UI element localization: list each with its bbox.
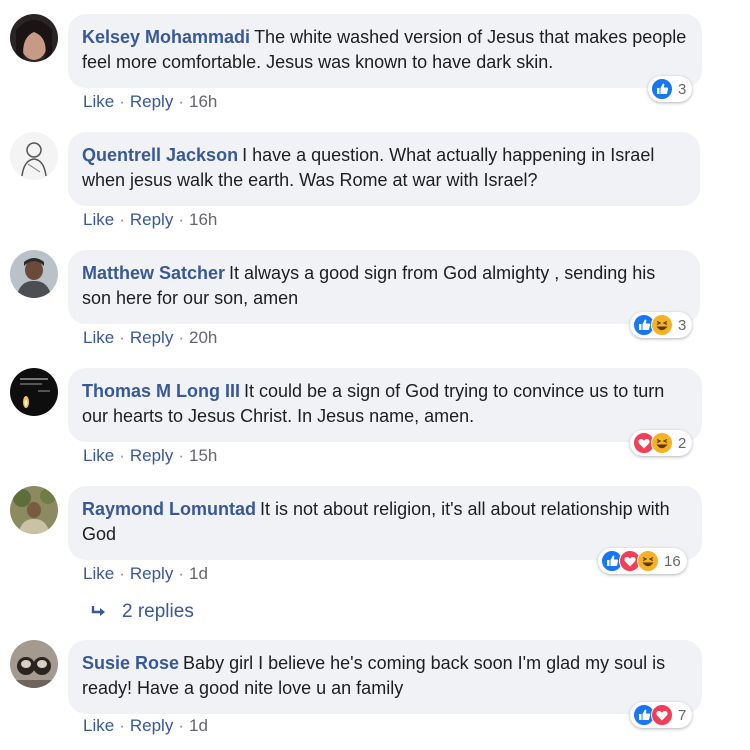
comment-timestamp[interactable]: 16h — [189, 210, 217, 229]
haha-icon — [651, 432, 673, 454]
reply-button[interactable]: Reply — [130, 210, 173, 229]
comment-bubble: Quentrell Jackson I have a question. What… — [68, 132, 700, 206]
reaction-count: 3 — [678, 80, 687, 98]
like-button[interactable]: Like — [83, 210, 114, 229]
reply-button[interactable]: Reply — [130, 716, 173, 735]
reaction-summary[interactable]: 7 — [630, 702, 693, 728]
like-button[interactable]: Like — [83, 92, 114, 111]
reaction-count: 7 — [678, 706, 687, 724]
comment-timestamp[interactable]: 1d — [189, 716, 208, 735]
reaction-summary[interactable]: 3 — [648, 76, 693, 102]
avatar[interactable] — [10, 368, 58, 416]
avatar[interactable] — [10, 640, 58, 688]
like-button[interactable]: Like — [83, 716, 114, 735]
like-button[interactable]: Like — [83, 564, 114, 583]
reply-button[interactable]: Reply — [130, 92, 173, 111]
avatar[interactable] — [10, 132, 58, 180]
comment-actions: Like · Reply · 16h — [83, 92, 218, 111]
reaction-summary[interactable]: 2 — [630, 430, 693, 456]
reply-arrow-icon — [91, 605, 105, 616]
comment-bubble: Thomas M Long III It could be a sign of G… — [68, 368, 702, 442]
reply-button[interactable]: Reply — [130, 446, 173, 465]
love-icon — [651, 704, 673, 726]
comment-timestamp[interactable]: 1d — [189, 564, 208, 583]
comment-bubble: Matthew Satcher It always a good sign fro… — [68, 250, 700, 324]
like-icon — [651, 78, 673, 100]
comment-timestamp[interactable]: 20h — [189, 328, 217, 347]
like-button[interactable]: Like — [83, 446, 114, 465]
comment-author[interactable]: Quentrell Jackson — [82, 145, 238, 165]
comment-timestamp[interactable]: 16h — [189, 92, 217, 111]
comment-actions: Like · Reply · 1d — [83, 716, 208, 735]
comment-actions: Like · Reply · 16h — [83, 210, 218, 229]
comment-actions: Like · Reply · 1d — [83, 564, 208, 583]
reply-button[interactable]: Reply — [130, 564, 173, 583]
comment-author[interactable]: Matthew Satcher — [82, 263, 225, 283]
comment-bubble: Susie Rose Baby girl I believe he's comin… — [68, 640, 702, 714]
comment-timestamp[interactable]: 15h — [189, 446, 217, 465]
reaction-count: 2 — [678, 434, 687, 452]
comment-author[interactable]: Susie Rose — [82, 653, 179, 673]
avatar[interactable] — [10, 14, 58, 62]
haha-icon — [637, 550, 659, 572]
reply-button[interactable]: Reply — [130, 328, 173, 347]
reaction-summary[interactable]: 3 — [630, 312, 693, 338]
reaction-summary[interactable]: 16 — [598, 548, 687, 574]
avatar[interactable] — [10, 250, 58, 298]
like-button[interactable]: Like — [83, 328, 114, 347]
replies-count: 2 replies — [122, 601, 194, 622]
reaction-count: 16 — [664, 552, 681, 570]
comment-actions: Like · Reply · 20h — [83, 328, 218, 347]
reaction-count: 3 — [678, 316, 687, 334]
haha-icon — [651, 314, 673, 336]
comment-bubble: Kelsey Mohammadi The white washed version… — [68, 14, 702, 88]
avatar[interactable] — [10, 486, 58, 534]
comment-author[interactable]: Thomas M Long III — [82, 381, 240, 401]
comment-author[interactable]: Kelsey Mohammadi — [82, 27, 250, 47]
comment-author[interactable]: Raymond Lomuntad — [82, 499, 256, 519]
comment-actions: Like · Reply · 15h — [83, 446, 218, 465]
view-replies-link[interactable]: 2 replies — [90, 601, 194, 623]
